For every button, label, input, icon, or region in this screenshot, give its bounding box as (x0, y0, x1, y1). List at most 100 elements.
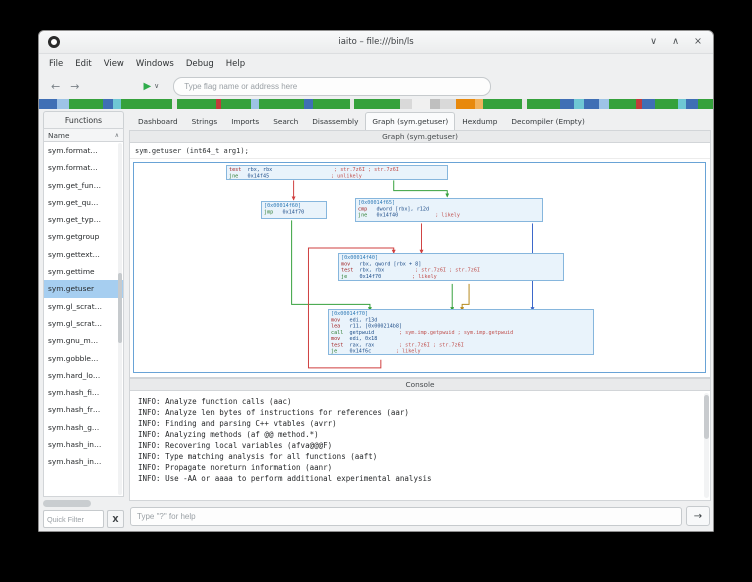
functions-column-header[interactable]: Name ∧ (43, 128, 124, 142)
forward-icon[interactable]: → (70, 80, 79, 93)
asm-token: rbx, rbx (241, 167, 272, 173)
memory-segment[interactable] (483, 99, 522, 109)
quick-filter-input[interactable] (43, 510, 104, 528)
nav-arrows: ← → (51, 80, 79, 93)
memory-segment[interactable] (354, 99, 399, 109)
console-panel-title[interactable]: Console (129, 378, 711, 391)
memory-segment[interactable] (686, 99, 698, 109)
function-list-item[interactable]: sym.format… (44, 142, 123, 159)
run-icon[interactable]: ▶ (143, 81, 151, 92)
menu-windows[interactable]: Windows (130, 57, 180, 71)
close-button[interactable]: × (694, 37, 702, 47)
minimize-button[interactable]: ∨ (650, 37, 657, 47)
memory-segment[interactable] (475, 99, 483, 109)
console-submit-button[interactable]: → (686, 506, 710, 526)
function-list-item[interactable]: sym.gobble… (44, 350, 123, 367)
function-list-item[interactable]: sym.gettext… (44, 246, 123, 263)
memory-segment[interactable] (400, 99, 412, 109)
tab-graph-sym-getuser[interactable]: Graph (sym.getuser) (365, 112, 455, 130)
memory-segment[interactable] (456, 99, 476, 109)
function-list-item[interactable]: sym.hash_in… (44, 436, 123, 453)
function-list-item[interactable]: sym.hash_g… (44, 419, 123, 436)
function-list-item[interactable]: sym.hash_fr… (44, 401, 123, 418)
memory-segment[interactable] (678, 99, 686, 109)
console-command-input[interactable] (130, 507, 682, 526)
memory-segment[interactable] (609, 99, 636, 109)
menu-view[interactable]: View (98, 57, 130, 71)
debug-run-group[interactable]: ▶ ∨ (143, 81, 159, 92)
graph-frame: test rbx, rbx ; str.7z6I ; str.7z6Ijne 0… (133, 162, 706, 373)
memory-segment[interactable] (221, 99, 251, 109)
function-list-item[interactable]: sym.get_qu… (44, 194, 123, 211)
titlebar[interactable]: iaito – file:///bin/ls ∨∧× (39, 31, 713, 54)
quick-filter-clear-button[interactable]: X (107, 510, 124, 528)
function-list-item[interactable]: sym.format… (44, 159, 123, 176)
function-list-item[interactable]: sym.gnu_m… (44, 332, 123, 349)
memory-segment[interactable] (440, 99, 455, 109)
console-vertical-scrollbar[interactable] (704, 393, 709, 498)
back-icon[interactable]: ← (51, 80, 60, 93)
functions-horizontal-scrollbar[interactable] (43, 500, 124, 507)
memory-segment[interactable] (177, 99, 216, 109)
function-list-item[interactable]: sym.gettime (44, 263, 123, 280)
function-list-item[interactable]: sym.getuser (44, 280, 123, 297)
memory-segment[interactable] (121, 99, 173, 109)
function-list-item[interactable]: sym.getgroup (44, 228, 123, 245)
memory-segment[interactable] (39, 99, 57, 109)
memory-segment[interactable] (430, 99, 441, 109)
graph-canvas[interactable]: test rbx, rbx ; str.7z6I ; str.7z6Ijne 0… (131, 160, 709, 376)
graph-panel-title[interactable]: Graph (sym.getuser) (129, 130, 711, 143)
memory-segment[interactable] (69, 99, 102, 109)
graph-node[interactable]: [0x00014f60]jmp 0x14f70 (261, 201, 327, 219)
functions-panel-tab[interactable]: Functions (43, 111, 124, 128)
menu-file[interactable]: File (43, 57, 69, 71)
memory-segment[interactable] (584, 99, 599, 109)
memory-segment[interactable] (574, 99, 585, 109)
graph-node[interactable]: [0x00014f70]mov edi, r13dlea r11, [0x000… (328, 309, 594, 355)
graph-node[interactable]: [0x00014f65]cmp dword [rbx], r12djne 0x1… (355, 198, 543, 222)
memory-segment[interactable] (527, 99, 560, 109)
tab-search[interactable]: Search (266, 112, 305, 130)
asm-token: ; str.7z6I ; str.7z6I (272, 167, 399, 173)
scrollbar-handle[interactable] (704, 395, 709, 439)
functions-vertical-scrollbar[interactable] (118, 143, 122, 495)
graph-node[interactable]: test rbx, rbx ; str.7z6I ; str.7z6Ijne 0… (226, 165, 448, 180)
scrollbar-handle[interactable] (118, 273, 122, 343)
function-list-item[interactable]: sym.get_fun… (44, 177, 123, 194)
memory-segment[interactable] (259, 99, 304, 109)
run-dropdown-caret-icon[interactable]: ∨ (154, 82, 159, 90)
tab-strings[interactable]: Strings (185, 112, 225, 130)
tab-decompiler-empty[interactable]: Decompiler (Empty) (504, 112, 591, 130)
scrollbar-handle[interactable] (43, 500, 91, 507)
function-list-item[interactable]: sym.hard_lo… (44, 367, 123, 384)
memory-segment[interactable] (698, 99, 713, 109)
menu-edit[interactable]: Edit (69, 57, 97, 71)
function-list-item[interactable]: sym.gl_scrat… (44, 315, 123, 332)
memory-segment[interactable] (599, 99, 608, 109)
memory-segment[interactable] (57, 99, 69, 109)
memory-segment[interactable] (655, 99, 678, 109)
memory-segment[interactable] (560, 99, 574, 109)
memory-segment[interactable] (642, 99, 656, 109)
tab-dashboard[interactable]: Dashboard (131, 112, 185, 130)
menu-help[interactable]: Help (220, 57, 251, 71)
graph-node[interactable]: [0x00014f40]mov rbx, qword [rbx + 8]test… (338, 253, 564, 281)
memory-strip[interactable] (39, 99, 713, 109)
memory-segment[interactable] (313, 99, 349, 109)
memory-segment[interactable] (251, 99, 259, 109)
tab-disassembly[interactable]: Disassembly (305, 112, 365, 130)
maximize-button[interactable]: ∧ (672, 37, 679, 47)
memory-segment[interactable] (304, 99, 313, 109)
function-list-item[interactable]: sym.hash_fi… (44, 384, 123, 401)
function-list-item[interactable]: sym.gl_scrat… (44, 298, 123, 315)
memory-segment[interactable] (412, 99, 430, 109)
function-list-item[interactable]: sym.hash_in… (44, 453, 123, 470)
console-input-row: → (129, 501, 711, 531)
memory-segment[interactable] (103, 99, 114, 109)
tab-hexdump[interactable]: Hexdump (455, 112, 504, 130)
menu-debug[interactable]: Debug (180, 57, 220, 71)
function-list-item[interactable]: sym.get_typ… (44, 211, 123, 228)
memory-segment[interactable] (113, 99, 121, 109)
flag-search-input[interactable] (173, 77, 491, 96)
tab-imports[interactable]: Imports (224, 112, 266, 130)
